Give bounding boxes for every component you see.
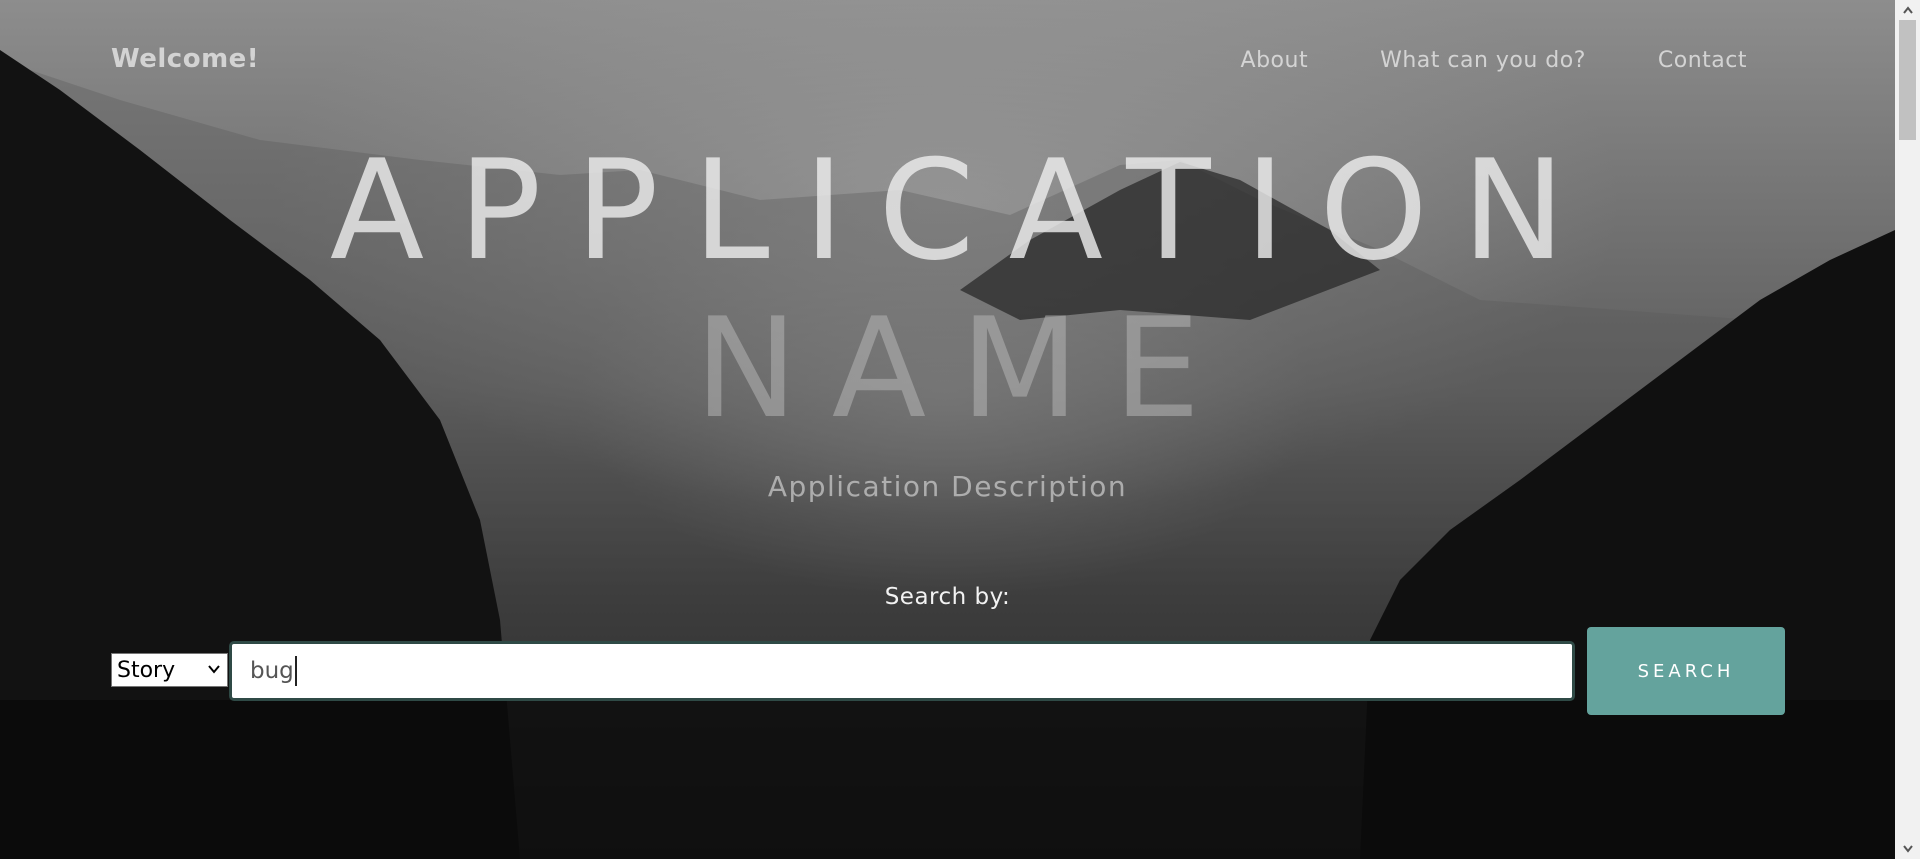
scroll-down-arrow-icon[interactable] [1895, 839, 1920, 859]
nav-link-about[interactable]: About [1241, 48, 1309, 73]
search-input-value: bug [250, 658, 294, 684]
app-title-line1: APPLICATION [329, 130, 1600, 291]
nav-link-what-can-you-do[interactable]: What can you do? [1380, 48, 1586, 73]
search-by-label: Search by: [884, 584, 1011, 610]
brand-title[interactable]: Welcome! [111, 44, 259, 74]
app-title-line2: NAME [694, 288, 1235, 449]
search-input[interactable]: bug [229, 641, 1575, 701]
top-nav: About What can you do? Contact [1241, 48, 1747, 73]
scrollbar-thumb[interactable] [1899, 20, 1916, 140]
search-type-select[interactable]: Story [111, 653, 228, 687]
text-caret [294, 656, 297, 686]
nav-link-contact[interactable]: Contact [1658, 48, 1747, 73]
search-button[interactable]: SEARCH [1587, 627, 1785, 715]
page: Welcome! About What can you do? Contact … [0, 0, 1920, 859]
scroll-up-arrow-icon[interactable] [1895, 0, 1920, 20]
app-description: Application Description [767, 470, 1128, 503]
search-type-value: Story [117, 657, 176, 683]
chevron-down-icon [208, 665, 220, 674]
vertical-scrollbar[interactable] [1895, 0, 1920, 859]
